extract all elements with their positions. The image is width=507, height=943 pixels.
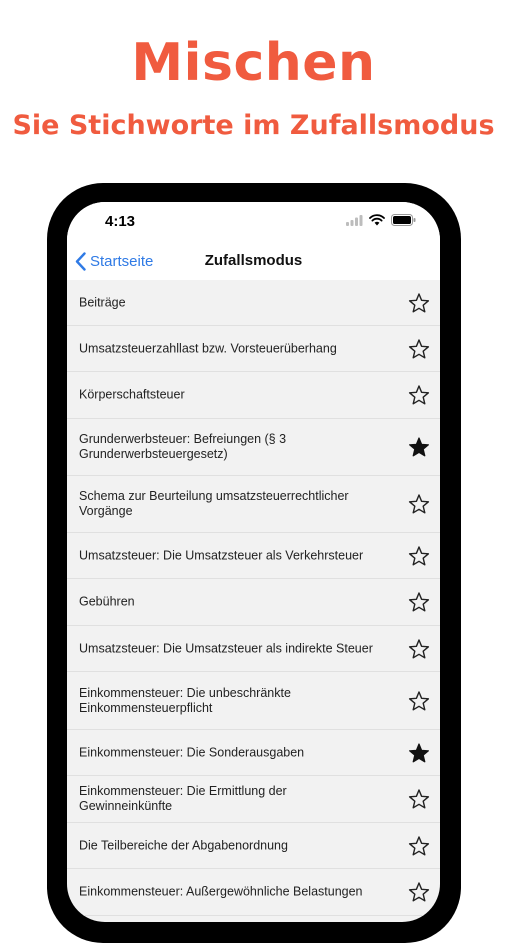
star-outline-icon[interactable] (408, 493, 430, 515)
status-time: 4:13 (105, 213, 136, 230)
star-outline-icon[interactable] (408, 545, 430, 567)
star-outline-icon[interactable] (408, 384, 430, 406)
list-item-label: Umsatzsteuerzahllast bzw. Vorsteuerüberh… (79, 341, 337, 355)
star-outline-icon[interactable] (408, 338, 430, 360)
list-item[interactable]: Umsatzsteuerzahllast bzw. Vorsteuerüberh… (67, 326, 440, 372)
list-item-label: Umsatzsteuer: Die Umsatzsteuer als Verke… (79, 548, 364, 562)
list-item[interactable]: Körperschaftsteuer (67, 372, 440, 419)
list-item[interactable]: Schema zur Beurteilung umsatzsteuerrecht… (67, 476, 440, 533)
status-icons (346, 214, 416, 226)
list-item[interactable]: Einkommensteuer: Außergewöhnliche Belast… (67, 869, 440, 916)
list-item-label: Gebühren (79, 594, 135, 609)
page-title: Zufallsmodus (204, 252, 303, 269)
list-item[interactable]: Umsatzsteuer: Die Umsatzsteuer als Verke… (67, 533, 440, 579)
list-item-label: Die Teilbereiche der Abgabenordnung (79, 838, 288, 852)
list-item[interactable]: Umsatzsteuer: Die Umsatzsteuer als indir… (67, 626, 440, 672)
star-filled-icon[interactable] (408, 436, 430, 458)
promo-headline: Mischen (131, 33, 376, 93)
list-item-label: Einkommensteuer: Die unbeschränkte Einko… (79, 685, 291, 715)
wifi-icon (369, 214, 385, 226)
list-item[interactable]: Einkommensteuer: Die unbeschränkte Einko… (67, 672, 440, 730)
list-item-label: Einkommensteuer: Die Sonderausgaben (79, 745, 305, 759)
promo-subline: Sie Stichworte im Zufallsmodus (12, 110, 495, 141)
keyword-list: Beiträge Umsatzsteuerzahllast bzw. Vorste… (67, 280, 440, 916)
star-outline-icon[interactable] (408, 638, 430, 660)
list-item-label: Einkommensteuer: Die Ermittlung der Gewi… (79, 784, 287, 813)
list-item-label: Einkommensteuer: Außergewöhnliche Belast… (79, 884, 363, 899)
star-outline-icon[interactable] (408, 690, 430, 712)
list-item-label: Schema zur Beurteilung umsatzsteuerrecht… (79, 489, 349, 518)
list-item-label: Umsatzsteuer: Die Umsatzsteuer als indir… (79, 641, 373, 655)
list-item[interactable]: Gebühren (67, 579, 440, 626)
list-item-label: Beiträge (79, 295, 126, 309)
star-outline-icon[interactable] (408, 292, 430, 314)
star-outline-icon[interactable] (408, 835, 430, 857)
list-item[interactable]: Grunderwerbsteuer: Befreiungen (§ 3 Grun… (67, 419, 440, 476)
star-filled-icon[interactable] (408, 742, 430, 764)
navigation-bar: Startseite Zufallsmodus (67, 242, 440, 280)
signal-icon (346, 214, 363, 226)
list-item[interactable]: Beiträge (67, 280, 440, 326)
list-item[interactable]: Einkommensteuer: Die Ermittlung der Gewi… (67, 776, 440, 823)
star-outline-icon[interactable] (408, 591, 430, 613)
list-item-label: Körperschaftsteuer (79, 387, 185, 402)
list-item[interactable]: Die Teilbereiche der Abgabenordnung (67, 823, 440, 869)
list-item-label: Grunderwerbsteuer: Befreiungen (§ 3 Grun… (79, 432, 287, 461)
phone-screen: 4:13 Startseite Zufallsmodus Beiträge Um… (67, 202, 440, 922)
list-item[interactable]: Einkommensteuer: Die Sonderausgaben (67, 730, 440, 776)
battery-icon (391, 214, 416, 226)
star-outline-icon[interactable] (408, 788, 430, 810)
status-bar: 4:13 (67, 202, 440, 242)
